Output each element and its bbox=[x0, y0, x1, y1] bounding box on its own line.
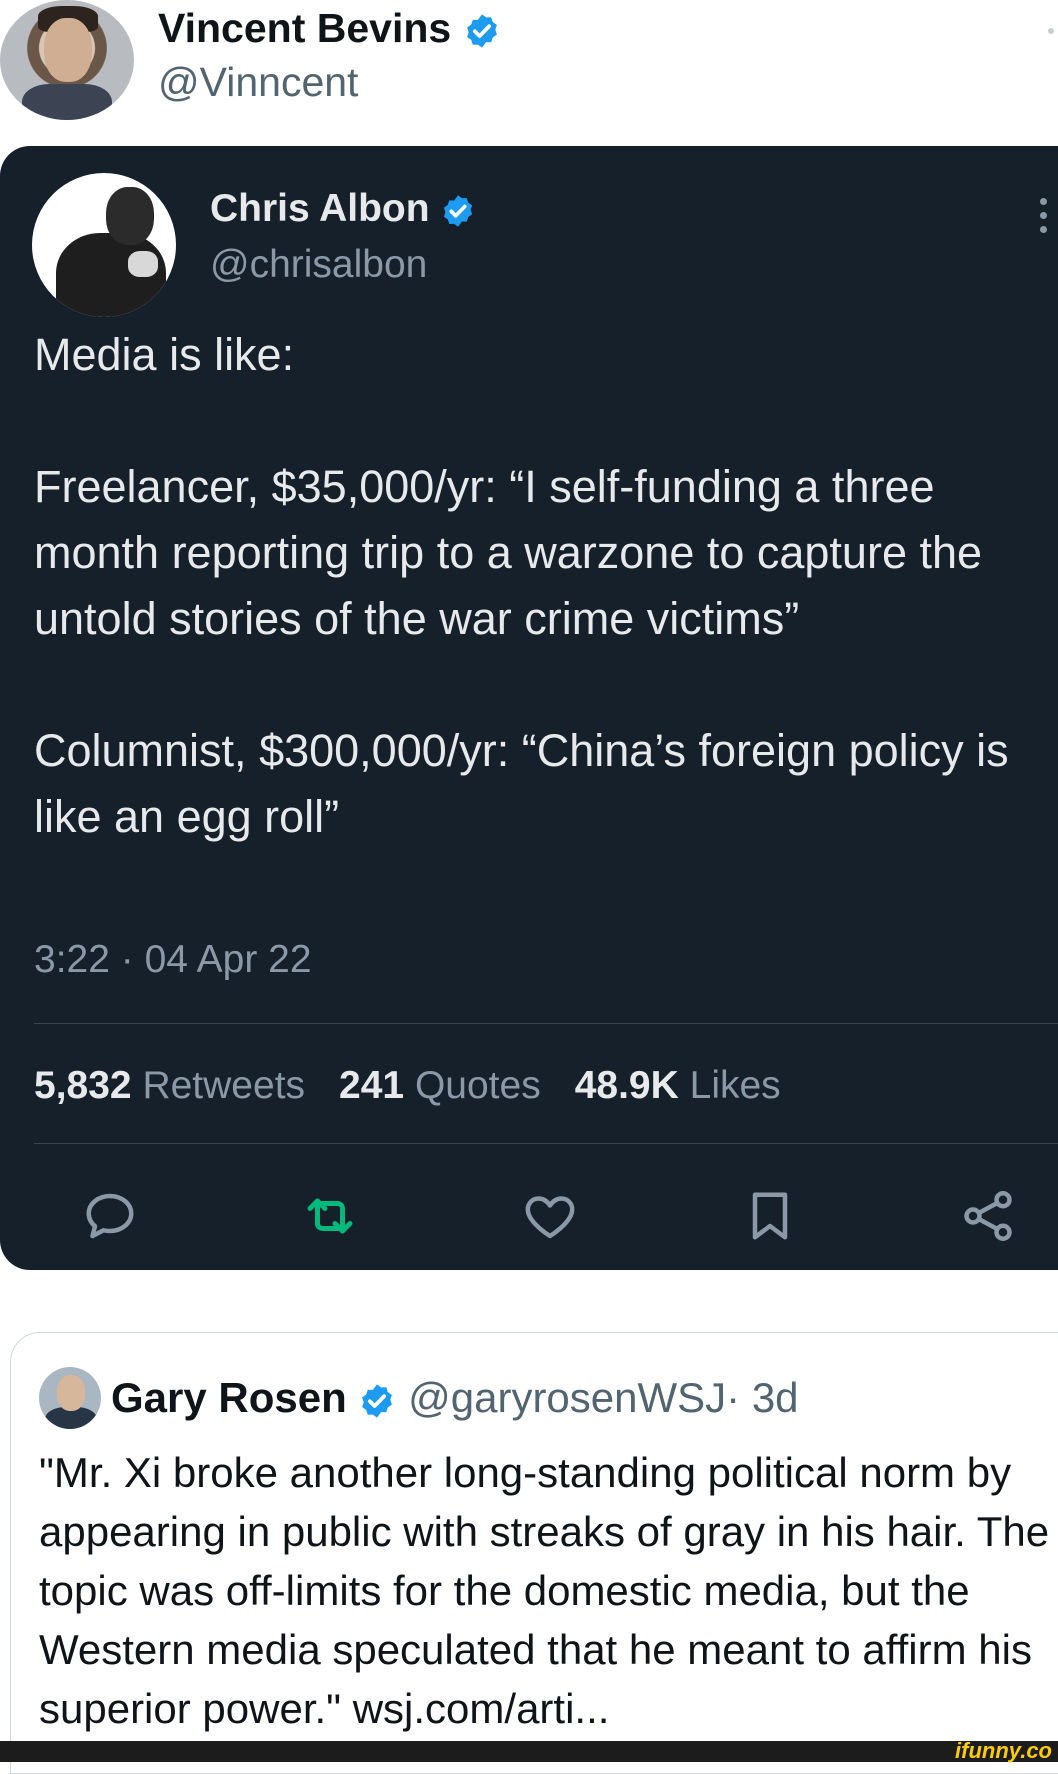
quoted-author-handle[interactable]: @chrisalbon bbox=[210, 242, 427, 288]
reply-icon bbox=[86, 1193, 134, 1239]
embedded-tweet-age: · 3d bbox=[726, 1374, 799, 1421]
engagement-stats: 5,832 Retweets 241 Quotes 48.9K Likes bbox=[34, 1062, 781, 1110]
quoted-author-name-row[interactable]: Chris Albon bbox=[210, 186, 476, 232]
like-button[interactable] bbox=[520, 1186, 580, 1246]
embedded-author-row[interactable]: Gary Rosen @garyrosenWSJ· 3d bbox=[111, 1371, 799, 1425]
author-name-row[interactable]: Vincent Bevins bbox=[158, 4, 501, 52]
quoted-tweet-card[interactable]: Chris Albon @chrisalbon Media is like: F… bbox=[0, 146, 1058, 1270]
share-icon bbox=[964, 1191, 1012, 1241]
tweet-text: Media is like: Freelancer, $35,000/yr: “… bbox=[34, 329, 1009, 842]
more-options-icon[interactable] bbox=[1040, 198, 1048, 240]
likes-stat[interactable]: 48.9K Likes bbox=[575, 1064, 781, 1107]
bookmark-icon bbox=[752, 1192, 788, 1240]
quotes-stat[interactable]: 241 Quotes bbox=[339, 1064, 541, 1107]
retweet-icon bbox=[307, 1198, 353, 1234]
divider bbox=[34, 1023, 1058, 1024]
quoted-author-avatar[interactable] bbox=[32, 173, 176, 317]
embedded-author-avatar[interactable] bbox=[39, 1367, 101, 1429]
watermark-logo: ifunny.co bbox=[955, 1738, 1052, 1763]
retweets-label: Retweets bbox=[142, 1064, 306, 1107]
embedded-author-handle[interactable]: @garyrosenWSJ bbox=[408, 1374, 726, 1421]
watermark-bar bbox=[0, 1741, 1058, 1762]
embedded-tweet-text: "Mr. Xi broke another long-standing poli… bbox=[39, 1449, 1050, 1732]
reply-button[interactable] bbox=[80, 1186, 140, 1246]
verified-badge-icon bbox=[362, 1384, 393, 1418]
embedded-tweet-card[interactable]: Gary Rosen @garyrosenWSJ· 3d "Mr. Xi bro… bbox=[10, 1332, 1058, 1774]
retweets-count: 5,832 bbox=[34, 1064, 132, 1107]
verified-badge-icon bbox=[466, 14, 497, 48]
retweets-stat[interactable]: 5,832 Retweets bbox=[34, 1064, 305, 1107]
bookmark-button[interactable] bbox=[740, 1186, 800, 1246]
tweet-timestamp[interactable]: 3:22 · 04 Apr 22 bbox=[34, 936, 312, 984]
retweet-button[interactable] bbox=[300, 1186, 360, 1246]
quotes-label: Quotes bbox=[414, 1064, 541, 1107]
quotes-count: 241 bbox=[339, 1064, 405, 1107]
author-name[interactable]: Vincent Bevins bbox=[158, 5, 451, 51]
like-icon bbox=[525, 1196, 575, 1239]
verified-badge-icon bbox=[444, 194, 473, 227]
more-dot-icon bbox=[1048, 28, 1054, 34]
embedded-author-name[interactable]: Gary Rosen bbox=[111, 1374, 347, 1421]
author-avatar[interactable] bbox=[0, 0, 134, 120]
divider bbox=[34, 1143, 1058, 1144]
share-button[interactable] bbox=[958, 1186, 1018, 1246]
quoted-author-name[interactable]: Chris Albon bbox=[210, 187, 430, 230]
author-handle[interactable]: @Vinncent bbox=[158, 58, 358, 106]
likes-count: 48.9K bbox=[574, 1064, 679, 1107]
likes-label: Likes bbox=[689, 1064, 781, 1107]
